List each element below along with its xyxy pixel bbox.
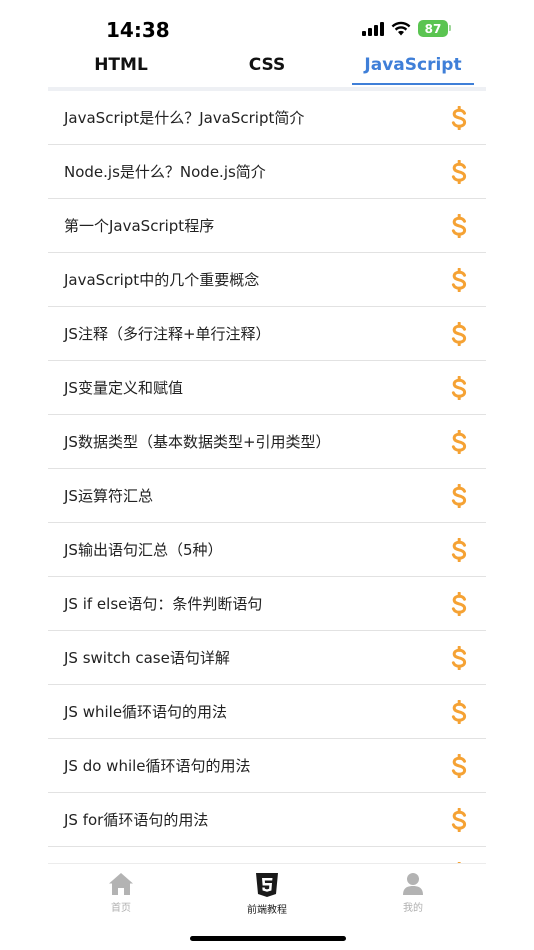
list-item-label: JS while循环语句的用法 <box>64 703 228 721</box>
home-indicator <box>190 936 346 941</box>
dollar-icon <box>448 537 470 563</box>
list-item[interactable]: JS while循环语句的用法 <box>48 685 486 739</box>
list-item-label: JS输出语句汇总（5种） <box>64 541 223 559</box>
tutorial-list[interactable]: JavaScript是什么？JavaScript简介 Node.js是什么？Nod… <box>48 91 486 863</box>
user-icon <box>403 873 423 895</box>
list-item-label: JavaScript中的几个重要概念 <box>64 271 260 289</box>
list-item-label: JS注释（多行注释+单行注释） <box>64 325 271 343</box>
list-item[interactable]: JS变量定义和赋值 <box>48 361 486 415</box>
dollar-icon <box>448 753 470 779</box>
nav-mine[interactable]: 我的 <box>340 864 486 923</box>
status-indicators: 87 <box>362 20 451 37</box>
list-item[interactable] <box>48 847 486 863</box>
nav-mine-label: 我的 <box>403 903 423 914</box>
tab-javascript[interactable]: JavaScript <box>340 48 486 88</box>
nav-home-label: 首页 <box>111 903 131 914</box>
list-item-label: JS for循环语句的用法 <box>64 811 209 829</box>
list-item[interactable]: JS for循环语句的用法 <box>48 793 486 847</box>
signal-icon <box>362 21 384 36</box>
battery-level: 87 <box>424 21 442 36</box>
nav-home[interactable]: 首页 <box>48 864 194 923</box>
list-item-label: JS运算符汇总 <box>64 487 153 505</box>
nav-frontend-tutorial-label: 前端教程 <box>247 905 287 916</box>
dollar-icon <box>448 213 470 239</box>
list-item-label: 第一个JavaScript程序 <box>64 217 215 235</box>
list-item[interactable]: JS if else语句：条件判断语句 <box>48 577 486 631</box>
list-item[interactable]: Node.js是什么？Node.js简介 <box>48 145 486 199</box>
list-item-label: Node.js是什么？Node.js简介 <box>64 163 266 181</box>
tab-html[interactable]: HTML <box>48 48 194 88</box>
list-item[interactable]: JS输出语句汇总（5种） <box>48 523 486 577</box>
list-item[interactable]: JS数据类型（基本数据类型+引用类型） <box>48 415 486 469</box>
list-item[interactable]: JavaScript中的几个重要概念 <box>48 253 486 307</box>
list-item-label: JS do while循环语句的用法 <box>64 757 251 775</box>
dollar-icon <box>448 591 470 617</box>
home-icon <box>109 873 133 895</box>
dollar-icon <box>448 267 470 293</box>
bottom-nav: 首页 前端教程 我的 <box>48 863 486 923</box>
dollar-icon <box>448 429 470 455</box>
tab-css[interactable]: CSS <box>194 48 340 88</box>
list-item[interactable]: JS switch case语句详解 <box>48 631 486 685</box>
list-item[interactable]: JS do while循环语句的用法 <box>48 739 486 793</box>
list-item-label: JS数据类型（基本数据类型+引用类型） <box>64 433 331 451</box>
status-bar: 14:38 87 <box>0 0 534 48</box>
list-item-label: JS变量定义和赋值 <box>64 379 183 397</box>
dollar-icon <box>448 105 470 131</box>
list-item[interactable]: JavaScript是什么？JavaScript简介 <box>48 91 486 145</box>
dollar-icon <box>448 699 470 725</box>
list-item[interactable]: 第一个JavaScript程序 <box>48 199 486 253</box>
list-item-label: JS switch case语句详解 <box>64 649 230 667</box>
dollar-icon <box>448 159 470 185</box>
html5-icon <box>256 873 278 897</box>
nav-frontend-tutorial[interactable]: 前端教程 <box>194 864 340 923</box>
battery-icon: 87 <box>418 20 451 37</box>
dollar-icon <box>448 375 470 401</box>
status-time: 14:38 <box>106 18 170 42</box>
dollar-icon <box>448 483 470 509</box>
list-item-label: JavaScript是什么？JavaScript简介 <box>64 109 305 127</box>
list-item[interactable]: JS运算符汇总 <box>48 469 486 523</box>
category-tabs: HTML CSS JavaScript <box>48 48 486 88</box>
list-item[interactable]: JS注释（多行注释+单行注释） <box>48 307 486 361</box>
list-item-label: JS if else语句：条件判断语句 <box>64 595 263 613</box>
dollar-icon <box>448 321 470 347</box>
dollar-icon <box>448 807 470 833</box>
wifi-icon <box>391 21 411 36</box>
dollar-icon <box>448 645 470 671</box>
